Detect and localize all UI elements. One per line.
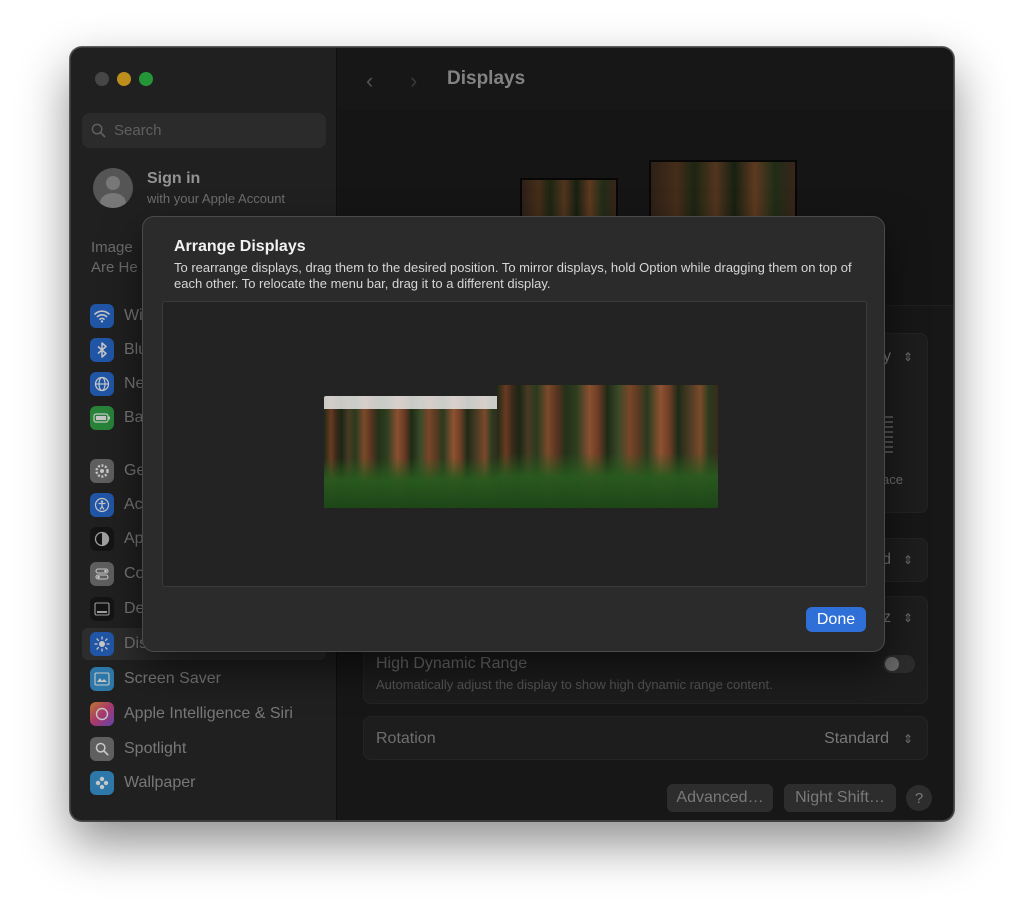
- sheet-title: Arrange Displays: [174, 238, 306, 255]
- arrange-canvas: [162, 301, 867, 587]
- system-settings-window: Sign in with your Apple Account Image Ar…: [70, 47, 954, 821]
- secondary-display-thumbnail[interactable]: [324, 396, 499, 508]
- menu-bar-indicator[interactable]: [324, 396, 499, 409]
- wallpaper-image: [497, 385, 718, 508]
- done-button[interactable]: Done: [806, 607, 866, 632]
- arrange-displays-sheet: Arrange Displays To rearrange displays, …: [142, 216, 885, 652]
- sheet-description: To rearrange displays, drag them to the …: [174, 260, 852, 291]
- wallpaper-image: [324, 396, 499, 508]
- primary-display-thumbnail[interactable]: [497, 385, 718, 508]
